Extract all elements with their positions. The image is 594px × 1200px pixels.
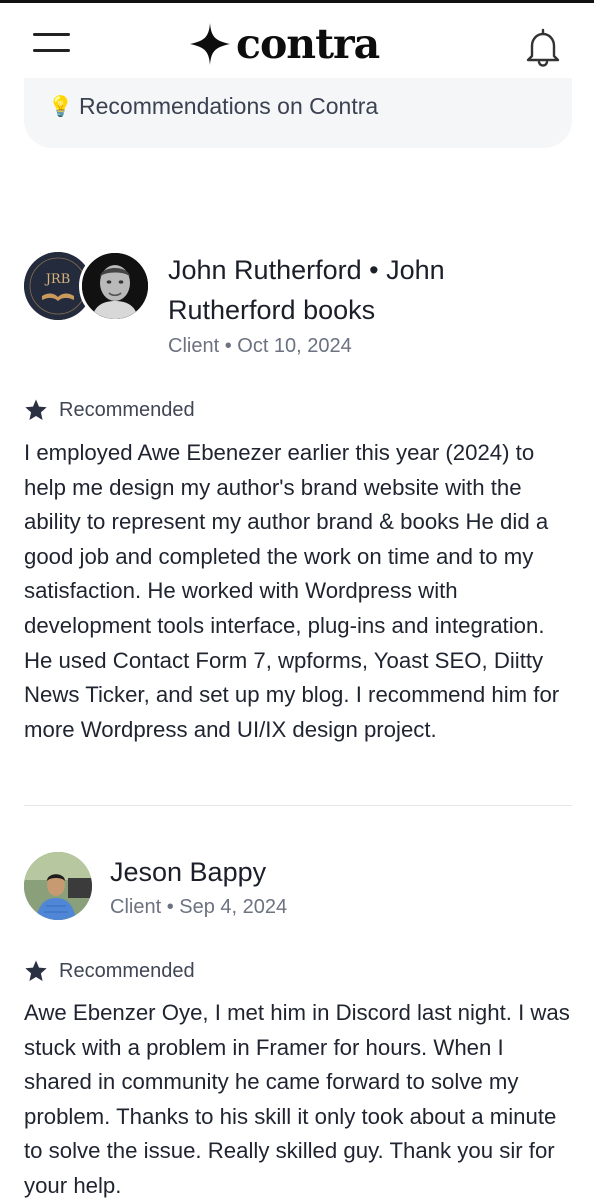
review-date: Sep 4, 2024 bbox=[179, 896, 288, 918]
logo-initials: JRB bbox=[44, 272, 71, 287]
recommended-label: Recommended bbox=[59, 398, 195, 421]
reviewer-name[interactable]: Jeson Bappy bbox=[110, 852, 550, 892]
review-card: JRB John Rutherford • John Rutherford bo… bbox=[24, 250, 572, 790]
app-header: contra bbox=[0, 3, 594, 85]
recommended-label: Recommended bbox=[59, 959, 195, 982]
meta-separator: • bbox=[166, 896, 180, 918]
star-icon bbox=[25, 399, 47, 420]
review-meta: Client • Sep 4, 2024 bbox=[110, 896, 287, 919]
review-meta: Client • Oct 10, 2024 bbox=[168, 335, 352, 358]
reviewer-role: Client bbox=[110, 896, 162, 918]
meta-separator: • bbox=[224, 335, 238, 357]
menu-button[interactable] bbox=[33, 30, 70, 56]
lightbulb-icon: 💡 bbox=[48, 96, 73, 118]
contra-logo[interactable]: contra bbox=[190, 20, 380, 68]
bell-icon bbox=[526, 28, 560, 67]
recommended-badge: Recommended bbox=[24, 959, 195, 983]
brand-name: contra bbox=[236, 20, 380, 68]
menu-icon bbox=[33, 33, 70, 36]
contra-logo-icon bbox=[190, 23, 230, 65]
star-icon bbox=[25, 960, 47, 981]
recommended-badge: Recommended bbox=[24, 398, 195, 422]
recommendations-banner: 💡 Recommendations on Contra bbox=[24, 78, 572, 148]
review-text: I employed Awe Ebenezer earlier this yea… bbox=[24, 440, 560, 742]
review-text: Awe Ebenzer Oye, I met him in Discord la… bbox=[24, 1000, 570, 1198]
reviewer-avatar[interactable] bbox=[24, 852, 92, 920]
reviewer-role: Client bbox=[168, 335, 220, 357]
banner-title: Recommendations on Contra bbox=[79, 93, 379, 119]
reviewer-avatar[interactable] bbox=[79, 250, 151, 322]
reviewer-name[interactable]: John Rutherford • John Rutherford books bbox=[168, 250, 568, 330]
review-card: Jeson Bappy Client • Sep 4, 2024 Recomme… bbox=[24, 852, 572, 1200]
review-divider bbox=[24, 805, 572, 806]
notifications-button[interactable] bbox=[524, 27, 562, 67]
review-date: Oct 10, 2024 bbox=[237, 335, 352, 357]
